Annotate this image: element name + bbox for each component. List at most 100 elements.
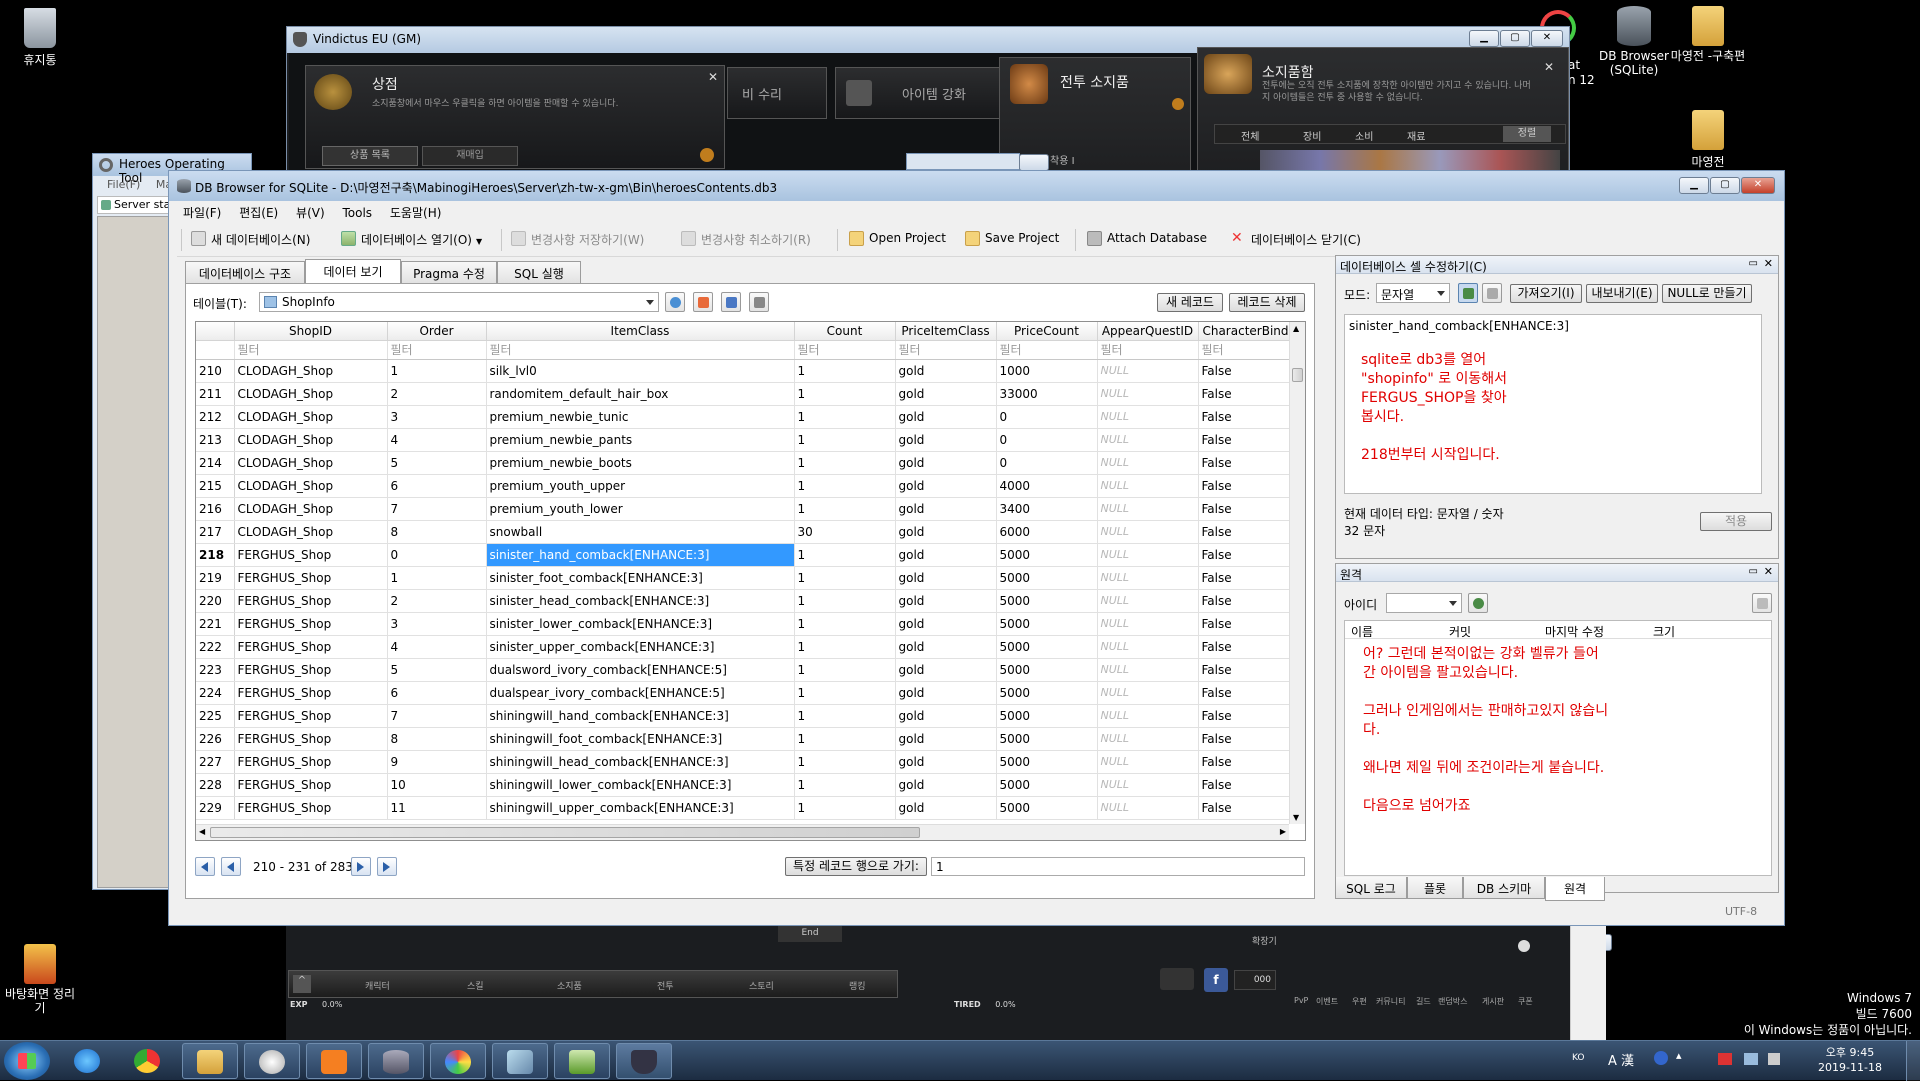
scroll-down-icon[interactable]: ▼ <box>1293 813 1299 822</box>
table-row[interactable]: 212 CLODAGH_Shop 3 premium_newbie_tunic 1 gol… <box>196 405 1294 429</box>
revert-changes-button[interactable]: 변경사항 취소하기(R) <box>681 231 811 248</box>
table-cell[interactable]: CLODAGH_Shop <box>234 405 388 429</box>
table-cell[interactable]: 3 <box>387 405 487 429</box>
table-cell[interactable]: False <box>1198 796 1294 820</box>
filter-material[interactable]: 재료 <box>1407 128 1425 143</box>
table-cell[interactable]: False <box>1198 773 1294 797</box>
table-cell[interactable]: 9 <box>387 750 487 774</box>
refresh-button[interactable] <box>665 292 685 312</box>
taskbar-notepad[interactable] <box>492 1043 548 1079</box>
table-cell[interactable]: 2 <box>387 589 487 613</box>
table-cell[interactable]: FERGHUS_Shop <box>234 773 388 797</box>
table-cell[interactable]: FERGHUS_Shop <box>234 543 388 567</box>
table-cell[interactable]: premium_newbie_boots <box>486 451 795 475</box>
table-cell[interactable]: 5000 <box>996 773 1098 797</box>
table-cell[interactable]: 6000 <box>996 520 1098 544</box>
set-null-button[interactable]: NULL로 만들기 <box>1662 284 1752 303</box>
taskbar-db-browser[interactable] <box>368 1043 424 1079</box>
table-cell[interactable]: 5 <box>387 451 487 475</box>
table-cell[interactable]: 5000 <box>996 750 1098 774</box>
tab-edit-pragmas[interactable]: Pragma 수정 <box>401 261 497 283</box>
table-cell[interactable]: 5000 <box>996 681 1098 705</box>
filter-cell[interactable]: 필터 <box>996 340 1098 360</box>
horizontal-scrollbar[interactable]: ◀ ▶ <box>196 824 1289 840</box>
table-cell[interactable]: 1 <box>794 612 896 636</box>
table-cell[interactable]: FERGHUS_Shop <box>234 727 388 751</box>
table-cell[interactable]: CLODAGH_Shop <box>234 428 388 452</box>
menu-tools[interactable]: Tools <box>337 203 381 220</box>
table-cell[interactable]: dualsword_ivory_comback[ENHANCE:5] <box>486 658 795 682</box>
table-cell[interactable]: 1 <box>794 681 896 705</box>
row-number[interactable]: 218 <box>196 543 235 567</box>
taskbar-explorer[interactable] <box>182 1043 238 1079</box>
shop-close-icon[interactable]: ✕ <box>708 70 718 84</box>
table-cell[interactable]: NULL <box>1097 428 1199 452</box>
table-cell[interactable]: False <box>1198 382 1294 406</box>
table-cell[interactable]: FERGHUS_Shop <box>234 612 388 636</box>
table-cell[interactable]: 5000 <box>996 543 1098 567</box>
import-button[interactable]: 가져오기(I) <box>1510 284 1582 303</box>
table-cell[interactable]: sinister_hand_comback[ENHANCE:3] <box>486 543 795 567</box>
last-page-button[interactable] <box>377 857 397 876</box>
table-cell[interactable]: False <box>1198 497 1294 521</box>
inventory-close-icon[interactable]: ✕ <box>1544 60 1554 74</box>
network-icon[interactable] <box>1744 1053 1758 1065</box>
table-cell[interactable]: False <box>1198 635 1294 659</box>
row-number[interactable]: 223 <box>196 658 235 682</box>
filter-cell[interactable]: 필터 <box>486 340 795 360</box>
tray-arrow-icon[interactable]: ▴ <box>1676 1049 1682 1062</box>
table-cell[interactable]: NULL <box>1097 750 1199 774</box>
table-cell[interactable]: gold <box>895 359 997 383</box>
row-number[interactable]: 217 <box>196 520 235 544</box>
table-cell[interactable]: NULL <box>1097 635 1199 659</box>
table-cell[interactable]: False <box>1198 474 1294 498</box>
taskbar-paint[interactable] <box>430 1043 486 1079</box>
table-cell[interactable]: gold <box>895 566 997 590</box>
table-cell[interactable]: False <box>1198 750 1294 774</box>
menu-file[interactable]: 파일(F) <box>177 201 229 221</box>
table-cell[interactable]: 1 <box>794 727 896 751</box>
table-cell[interactable]: False <box>1198 520 1294 544</box>
menu-coupon[interactable]: 쿠폰 <box>1518 996 1533 1007</box>
row-number[interactable]: 226 <box>196 727 235 751</box>
table-cell[interactable]: 1 <box>794 543 896 567</box>
scroll-left-icon[interactable]: ◀ <box>199 827 205 836</box>
menu-character[interactable]: 캐릭터 <box>365 979 390 992</box>
table-row[interactable]: 211 CLODAGH_Shop 2 randomitem_default_hair_… <box>196 382 1294 406</box>
menu-randombox[interactable]: 랜덤박스 <box>1438 996 1467 1007</box>
filter-equipment[interactable]: 장비 <box>1303 128 1321 143</box>
table-cell[interactable]: CLODAGH_Shop <box>234 474 388 498</box>
table-cell[interactable]: 1 <box>794 451 896 475</box>
help-icon[interactable] <box>1654 1051 1668 1065</box>
column-header[interactable]: Count <box>794 322 896 341</box>
table-select[interactable]: ShopInfo <box>259 292 659 312</box>
table-cell[interactable]: NULL <box>1097 497 1199 521</box>
cell-editor[interactable]: sinister_hand_comback[ENHANCE:3] sqlite로… <box>1344 314 1762 494</box>
table-cell[interactable]: False <box>1198 612 1294 636</box>
table-cell[interactable]: 0 <box>996 428 1098 452</box>
column-header[interactable]: ShopID <box>234 322 388 341</box>
table-cell[interactable]: NULL <box>1097 405 1199 429</box>
table-row[interactable]: 216 CLODAGH_Shop 7 premium_youth_lower 1 gold… <box>196 497 1294 521</box>
close-button[interactable]: ✕ <box>1531 30 1563 47</box>
table-row[interactable]: 229 FERGHUS_Shop 11 shiningwill_upper_comba… <box>196 796 1294 820</box>
tab-execute-sql[interactable]: SQL 실행 <box>497 261 581 283</box>
table-cell[interactable]: 7 <box>387 497 487 521</box>
table-cell[interactable]: False <box>1198 359 1294 383</box>
table-row[interactable]: 224 FERGHUS_Shop 6 dualspear_ivory_comback[… <box>196 681 1294 705</box>
column-header[interactable]: PriceItemClass <box>895 322 997 341</box>
column-header[interactable]: PriceCount <box>996 322 1098 341</box>
desktop-icon-folder-1[interactable]: 마영전 -구축편 <box>1668 6 1748 63</box>
table-row[interactable]: 220 FERGHUS_Shop 2 sinister_head_comback[EN… <box>196 589 1294 613</box>
scroll-right-icon[interactable]: ▶ <box>1280 827 1286 836</box>
table-cell[interactable]: FERGHUS_Shop <box>234 589 388 613</box>
emote-icon[interactable] <box>1518 940 1530 952</box>
table-row[interactable]: 219 FERGHUS_Shop 1 sinister_foot_comback[EN… <box>196 566 1294 590</box>
shop-tab-buyback[interactable]: 재매입 <box>422 146 518 166</box>
previous-page-button[interactable] <box>221 857 241 876</box>
table-cell[interactable]: gold <box>895 497 997 521</box>
table-cell[interactable]: False <box>1198 681 1294 705</box>
table-cell[interactable]: NULL <box>1097 451 1199 475</box>
table-cell[interactable]: CLODAGH_Shop <box>234 497 388 521</box>
table-cell[interactable]: 5000 <box>996 612 1098 636</box>
